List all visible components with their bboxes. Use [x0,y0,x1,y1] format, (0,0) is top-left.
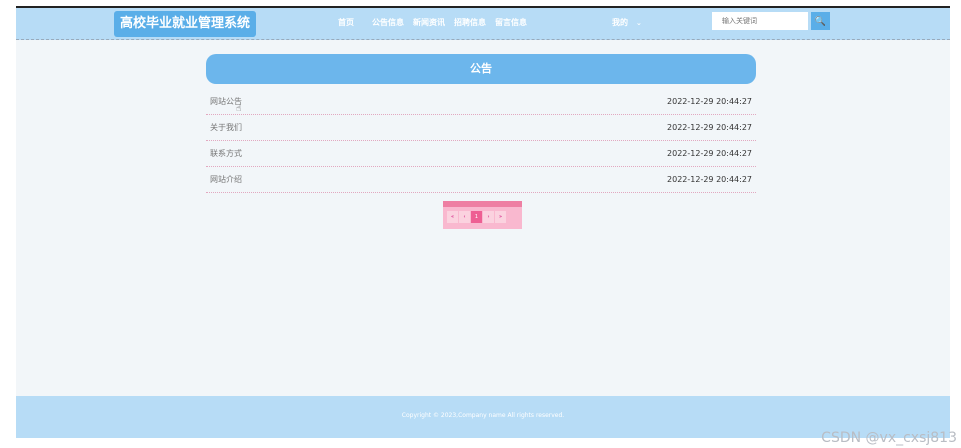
current-page-button[interactable]: 1 [471,211,482,223]
list-item[interactable]: 联系方式 2022-12-29 20:44:27 [206,141,756,167]
notice-list: 网站公告 2022-12-29 20:44:27 关于我们 2022-12-29… [206,89,756,193]
app-window: 高校毕业就业管理系统 首页 公告信息 新闻资讯 招聘信息 留言信息 我的⌄ 🔍 … [16,6,950,438]
user-menu-label: 我的 [612,18,628,27]
chevron-down-icon: ⌄ [636,19,642,27]
list-item-date: 2022-12-29 20:44:27 [667,123,752,132]
next-page-button[interactable]: › [483,211,494,223]
watermark: CSDN @vx_cxsj813 [821,430,957,446]
footer: Copyright © 2023,Company name All rights… [16,396,950,438]
list-item[interactable]: 网站介绍 2022-12-29 20:44:27 [206,167,756,193]
hand-cursor-icon: ☝ [236,104,242,114]
prev-page-button[interactable]: ‹ [459,211,470,223]
main-nav: 首页 公告信息 新闻资讯 招聘信息 留言信息 [338,17,536,29]
list-item[interactable]: 关于我们 2022-12-29 20:44:27 [206,115,756,141]
footer-copyright: Copyright © 2023,Company name All rights… [401,412,565,419]
top-header: 高校毕业就业管理系统 首页 公告信息 新闻资讯 招聘信息 留言信息 我的 ⌄ 🔍 [16,8,950,40]
search-button[interactable]: 🔍 [811,12,830,30]
list-item-title[interactable]: 网站介绍 [210,167,242,192]
user-menu[interactable]: 我的 ⌄ [612,17,642,29]
list-item-date: 2022-12-29 20:44:27 [667,149,752,158]
nav-news[interactable]: 新闻资讯 [413,17,445,29]
list-item-title[interactable]: 联系方式 [210,141,242,166]
search-input[interactable] [712,12,808,30]
list-item-date: 2022-12-29 20:44:27 [667,97,752,106]
nav-messages[interactable]: 留言信息 [495,17,527,29]
list-item[interactable]: 网站公告 2022-12-29 20:44:27 [206,89,756,115]
site-logo[interactable]: 高校毕业就业管理系统 [114,11,257,37]
pagination: « ‹ 1 › » [443,201,522,229]
list-item-date: 2022-12-29 20:44:27 [667,175,752,184]
first-page-button[interactable]: « [447,211,458,223]
nav-jobs[interactable]: 招聘信息 [454,17,486,29]
notice-panel: 公告 网站公告 2022-12-29 20:44:27 关于我们 2022-12… [206,54,756,193]
page-title: 公告 [206,54,756,84]
search-icon: 🔍 [814,16,827,26]
nav-home[interactable]: 首页 [338,17,354,29]
last-page-button[interactable]: » [495,211,506,223]
nav-notices[interactable]: 公告信息 [372,17,404,29]
list-item-title[interactable]: 关于我们 [210,115,242,140]
